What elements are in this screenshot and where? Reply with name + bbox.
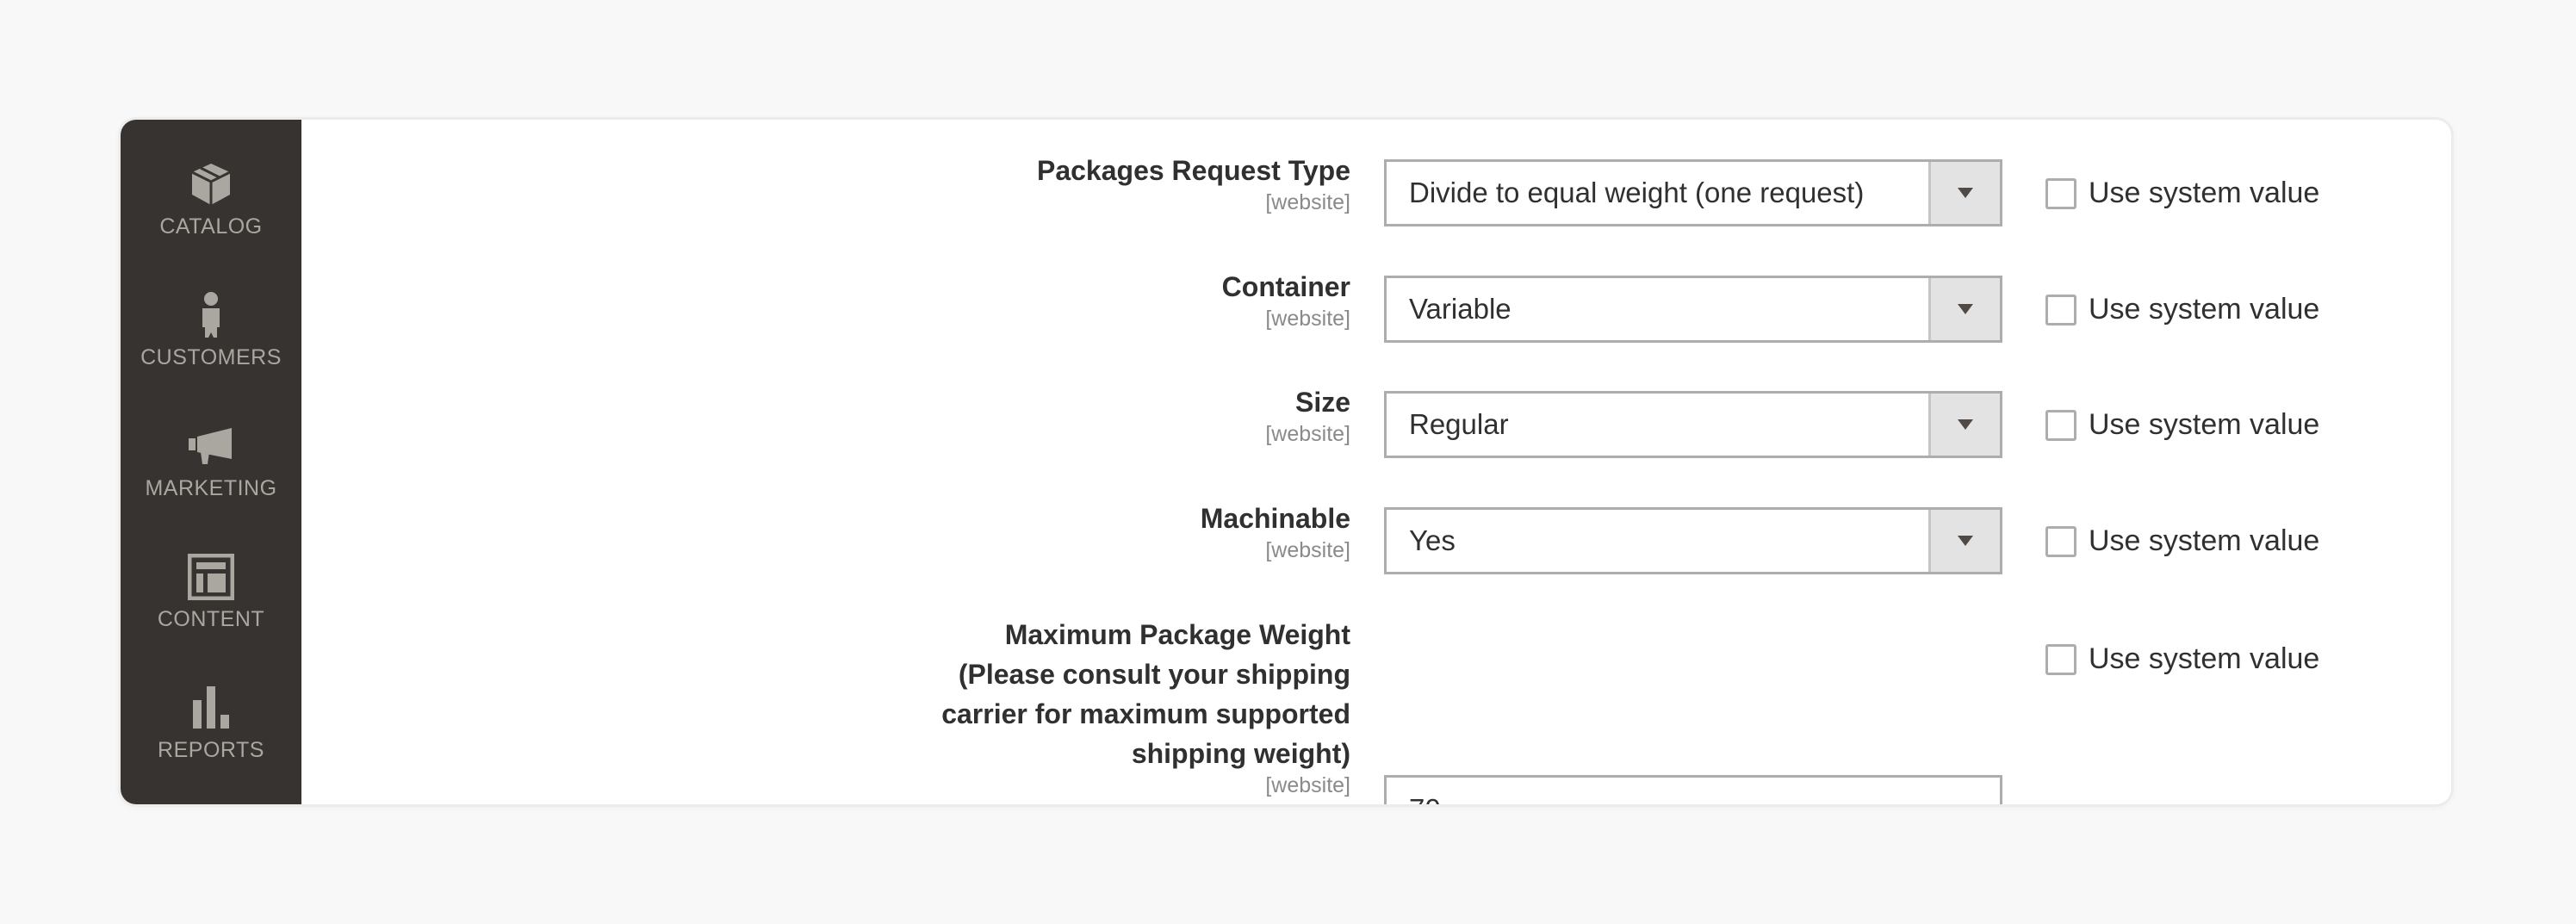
sidebar-item-reports[interactable]: Reports (121, 685, 301, 763)
field-label: Machinable [website] (834, 499, 1350, 562)
checkbox-label: Use system value (2089, 293, 2320, 326)
select-toggle[interactable] (1928, 510, 2000, 572)
sidebar-item-label: Reports (158, 738, 264, 762)
megaphone-icon (185, 423, 237, 469)
field-title: Packages Request Type (1036, 155, 1350, 186)
sidebar-item-label: Content (157, 607, 265, 631)
use-system-value-checkbox[interactable]: Use system value (2045, 177, 2319, 210)
field-label: Packages Request Type [website] (834, 151, 1350, 214)
field-title-line: carrier for maximum supported (941, 698, 1350, 729)
select-toggle[interactable] (1928, 162, 2000, 224)
use-system-value-checkbox[interactable]: Use system value (2045, 524, 2319, 558)
bar-chart-icon (185, 685, 237, 731)
sidebar-item-marketing[interactable]: Marketing (121, 423, 301, 501)
field-title-line: shipping weight) (1131, 738, 1350, 769)
size-select[interactable]: Regular (1384, 391, 2002, 458)
select-value: Yes (1409, 524, 1456, 556)
select-value: Variable (1409, 293, 1511, 325)
sidebar-item-label: Customers (140, 345, 282, 369)
sidebar-item-customers[interactable]: Customers (121, 292, 301, 370)
box-icon (185, 161, 237, 208)
layout-icon (185, 554, 237, 600)
caret-down-icon (1958, 536, 1973, 546)
max-package-weight-input[interactable] (1384, 775, 2002, 804)
admin-sidebar: Catalog Customers Marketing (121, 120, 301, 804)
checkbox-icon[interactable] (2045, 643, 2076, 675)
field-title-line: Maximum Package Weight (1004, 619, 1350, 650)
sidebar-item-label: Marketing (145, 476, 277, 500)
checkbox-icon[interactable] (2045, 409, 2076, 441)
select-toggle[interactable] (1928, 278, 2000, 340)
checkbox-label: Use system value (2089, 524, 2320, 557)
sidebar-item-label: Catalog (159, 214, 263, 239)
field-scope: [website] (1265, 538, 1350, 562)
field-scope: [website] (1265, 307, 1350, 331)
checkbox-label: Use system value (2089, 408, 2320, 441)
packages-request-type-select[interactable]: Divide to equal weight (one request) (1384, 159, 2002, 226)
select-toggle[interactable] (1928, 394, 2000, 456)
use-system-value-checkbox[interactable]: Use system value (2045, 642, 2319, 676)
machinable-select[interactable]: Yes (1384, 507, 2002, 574)
field-label: Container [website] (834, 267, 1350, 331)
field-title-line: (Please consult your shipping (958, 659, 1350, 690)
use-system-value-checkbox[interactable]: Use system value (2045, 293, 2319, 326)
field-scope: [website] (1265, 190, 1350, 214)
checkbox-label: Use system value (2089, 177, 2320, 209)
sidebar-item-content[interactable]: Content (121, 554, 301, 632)
use-system-value-checkbox[interactable]: Use system value (2045, 408, 2319, 442)
checkbox-icon[interactable] (2045, 177, 2076, 209)
caret-down-icon (1958, 188, 1973, 198)
field-scope: [website] (1265, 773, 1350, 797)
caret-down-icon (1958, 419, 1973, 430)
checkbox-label: Use system value (2089, 642, 2320, 675)
field-label: Size [website] (834, 382, 1350, 446)
field-title: Machinable (1200, 503, 1350, 534)
field-label: Maximum Package Weight (Please consult y… (834, 615, 1350, 797)
sidebar-item-catalog[interactable]: Catalog (121, 161, 301, 239)
field-title: Size (1294, 387, 1350, 418)
select-value: Regular (1409, 408, 1509, 440)
checkbox-icon[interactable] (2045, 294, 2076, 326)
checkbox-icon[interactable] (2045, 525, 2076, 557)
container-select[interactable]: Variable (1384, 276, 2002, 343)
caret-down-icon (1958, 304, 1973, 314)
field-scope: [website] (1265, 422, 1350, 446)
person-icon (185, 292, 237, 338)
select-value: Divide to equal weight (one request) (1409, 177, 1865, 208)
field-title: Container (1221, 271, 1350, 302)
config-panel: Catalog Customers Marketing (121, 120, 2451, 804)
